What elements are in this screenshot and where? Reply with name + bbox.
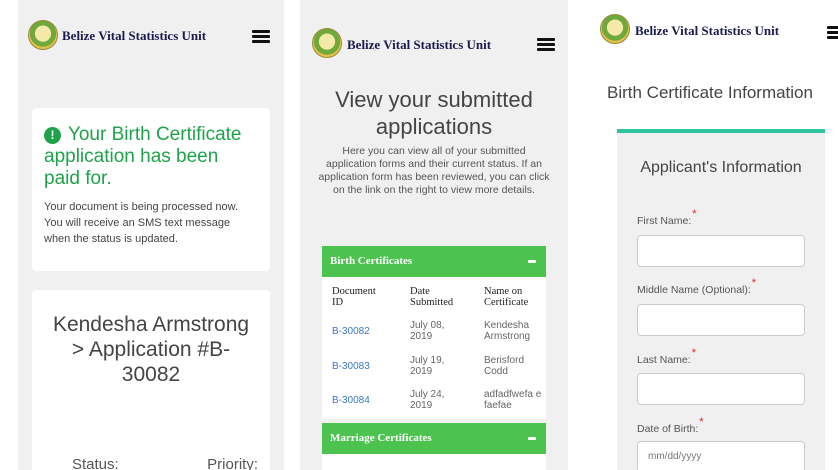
document-id-link[interactable]: B-30082 bbox=[332, 326, 370, 337]
status-label: Status: bbox=[72, 456, 119, 470]
application-card: Kendesha Armstrong > Application #B-3008… bbox=[32, 290, 270, 470]
last-name-label-text: Last Name: bbox=[637, 354, 691, 366]
birth-certificates-title: Birth Certificates bbox=[330, 255, 413, 267]
first-name-label-text: First Name: bbox=[637, 215, 692, 227]
page-heading: View your submitted applications bbox=[335, 87, 533, 139]
required-marker: * bbox=[751, 277, 757, 289]
logo-seal[interactable] bbox=[600, 14, 630, 44]
priority-label: Priority: bbox=[207, 456, 258, 470]
certificate-name: Kendesha Armstrong bbox=[484, 320, 531, 342]
hamburger-menu-icon[interactable] bbox=[827, 26, 838, 39]
form-title: Applicant's Information bbox=[640, 159, 802, 176]
top-bar: Belize Vital Statistics Unit bbox=[590, 0, 838, 60]
document-id-link[interactable]: B-30083 bbox=[332, 361, 370, 372]
birth-certificates-table: Document ID Date Submitted Name on Certi… bbox=[322, 277, 546, 419]
last-name-label: Last Name:* bbox=[637, 347, 696, 366]
collapse-minus-icon[interactable] bbox=[528, 260, 536, 263]
paid-title-text: Your Birth Certificate application has b… bbox=[44, 124, 242, 189]
brand-name[interactable]: Belize Vital Statistics Unit bbox=[62, 28, 206, 44]
logo-seal[interactable] bbox=[28, 20, 58, 50]
collapse-minus-icon[interactable] bbox=[528, 437, 536, 440]
hamburger-menu-icon[interactable] bbox=[537, 38, 555, 51]
date-of-birth-label: Date of Birth:* bbox=[637, 416, 704, 435]
required-marker: * bbox=[691, 347, 696, 359]
required-marker: * bbox=[699, 416, 704, 428]
page-title: Birth Certificate Information bbox=[607, 83, 813, 102]
screen-submitted-applications: Belize Vital Statistics Unit View your s… bbox=[300, 0, 568, 470]
column-header: Name on Certificate bbox=[484, 286, 529, 308]
first-name-label: First Name:* bbox=[637, 208, 697, 227]
applicant-form: Applicant's Information First Name:* Mid… bbox=[617, 133, 825, 470]
date-submitted: July 19, 2019 bbox=[410, 355, 445, 377]
column-header: Date Submitted bbox=[410, 286, 454, 308]
required-marker: * bbox=[692, 208, 697, 220]
certificate-name: Berisford Codd bbox=[484, 355, 525, 377]
last-name-input[interactable] bbox=[637, 373, 805, 405]
top-bar: Belize Vital Statistics Unit bbox=[18, 0, 284, 60]
brand-name[interactable]: Belize Vital Statistics Unit bbox=[635, 23, 779, 39]
screen-birth-certificate-form: Belize Vital Statistics Unit Birth Certi… bbox=[590, 0, 838, 470]
birth-certificates-header[interactable]: Birth Certificates bbox=[322, 246, 546, 277]
screen-payment-confirmation: Belize Vital Statistics Unit ! Your Birt… bbox=[18, 0, 284, 470]
first-name-input[interactable] bbox=[637, 235, 805, 267]
column-header: Document ID bbox=[332, 286, 376, 308]
marriage-certificates-title: Marriage Certificates bbox=[330, 432, 432, 444]
payment-success-card: ! Your Birth Certificate application has… bbox=[32, 108, 270, 271]
middle-name-label: Middle Name (Optional):* bbox=[637, 277, 756, 296]
marriage-certificates-header[interactable]: Marriage Certificates bbox=[322, 423, 546, 454]
exclamation-circle-icon: ! bbox=[44, 127, 61, 144]
date-of-birth-label-text: Date of Birth: bbox=[637, 423, 699, 435]
top-bar: Belize Vital Statistics Unit bbox=[300, 0, 568, 60]
date-submitted: July 24, 2019 bbox=[410, 389, 445, 411]
certificate-name: adfadfwefa efaefae bbox=[484, 389, 542, 411]
application-title: Kendesha Armstrong > Application #B-3008… bbox=[52, 313, 250, 386]
brand-name[interactable]: Belize Vital Statistics Unit bbox=[347, 37, 491, 53]
hamburger-menu-icon[interactable] bbox=[252, 30, 270, 43]
middle-name-input[interactable] bbox=[637, 304, 805, 336]
middle-name-label-text: Middle Name (Optional): bbox=[637, 284, 751, 296]
date-submitted: July 08, 2019 bbox=[410, 320, 445, 342]
intro-text: Here you can view all of your submitted … bbox=[318, 145, 550, 196]
date-of-birth-input[interactable]: mm/dd/yyyy bbox=[637, 441, 805, 470]
paid-title: ! Your Birth Certificate application has… bbox=[44, 124, 258, 190]
status-row: Status: Priority: bbox=[72, 456, 258, 470]
marriage-certificates-table bbox=[322, 454, 546, 470]
logo-seal[interactable] bbox=[312, 28, 342, 58]
paid-message: Your document is being processed now. Yo… bbox=[44, 201, 239, 245]
document-id-link[interactable]: B-30084 bbox=[332, 395, 370, 406]
